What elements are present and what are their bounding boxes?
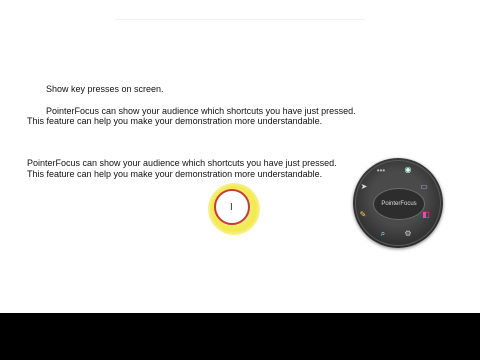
radial-menu-center-label[interactable]: PointerFocus [373,188,425,220]
pointerfocus-radial-menu[interactable]: ••• ◉ ▭ ◧ ⚙ ⌕ ✎ ➤ PointerFocus [353,158,443,248]
document-canvas: Show key presses on screen. PointerFocus… [0,0,480,313]
text-line: PointerFocus can show your audience whic… [27,158,337,168]
monitor-icon[interactable]: ▭ [419,182,429,192]
cursor-icon[interactable]: ➤ [359,182,369,192]
text-line: This feature can help you make your demo… [27,116,323,126]
text-line-heading: Show key presses on screen. [46,84,164,94]
ellipsis-icon[interactable]: ••• [376,166,386,176]
settings-icon[interactable]: ⚙ [403,229,413,239]
highlight-icon[interactable]: ◉ [403,165,413,175]
text-line: This feature can help you make your demo… [27,169,323,179]
pen-icon[interactable]: ✎ [358,210,368,220]
letterbox-bar [0,313,480,360]
ibeam-cursor-icon: I [230,202,233,213]
magnifier-icon[interactable]: ⌕ [378,229,388,239]
divider [115,19,365,20]
eraser-icon[interactable]: ◧ [421,210,431,220]
text-line: PointerFocus can show your audience whic… [46,106,356,116]
